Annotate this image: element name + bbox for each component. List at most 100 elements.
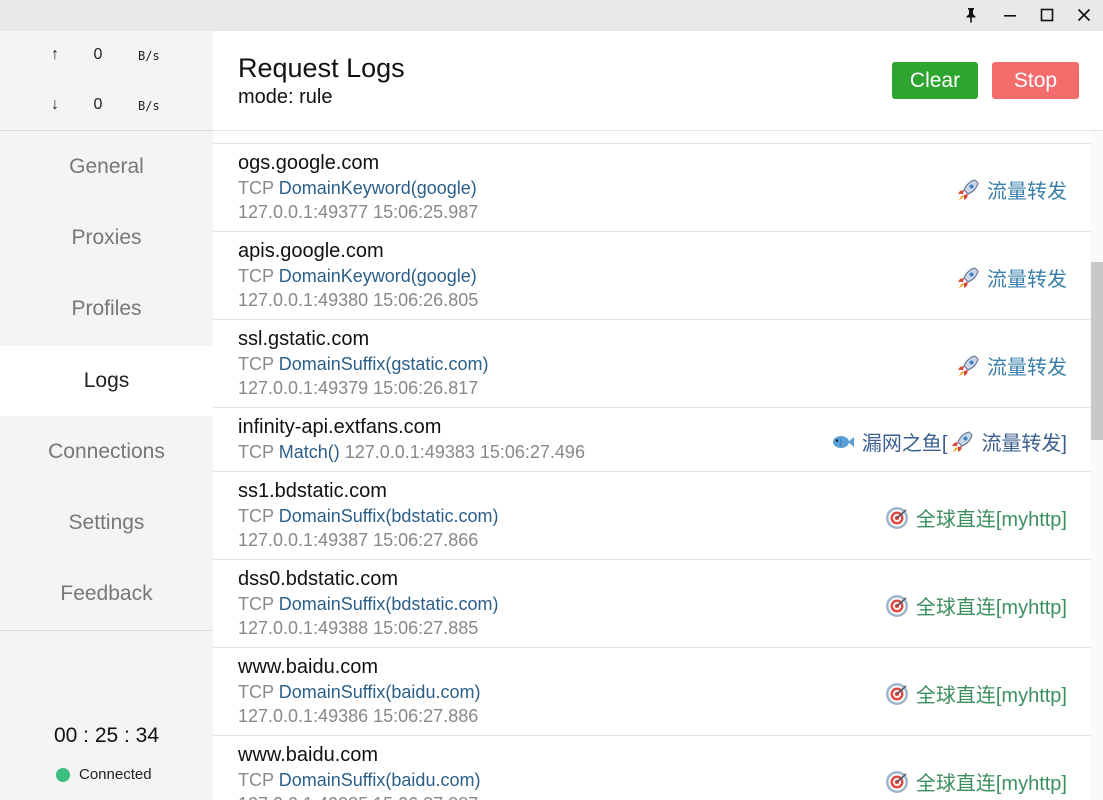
log-host: ss1.bdstatic.com <box>238 480 387 502</box>
log-rule: Match() <box>278 442 340 462</box>
log-source: 127.0.0.1:49385 15:06:27.887 <box>238 794 478 800</box>
log-entry[interactable]: www.baidu.com TCP DomainSuffix(baidu.com… <box>213 648 1091 736</box>
upload-arrow-icon: ↑ <box>51 46 59 63</box>
maximize-icon[interactable] <box>1035 4 1059 26</box>
log-proxy: 全球直连[myhttp] <box>884 679 1067 708</box>
close-icon[interactable] <box>1072 4 1096 26</box>
log-proxy: 全球直连[myhttp] <box>884 503 1067 532</box>
status-dot-icon <box>56 767 70 782</box>
rocket-icon <box>958 266 979 288</box>
rocket-icon <box>958 178 979 200</box>
stop-button[interactable]: Stop <box>992 62 1079 99</box>
uptime-timer: 00 : 25 : 34 <box>53 724 160 747</box>
log-proxy-name: 流量转发 <box>987 357 1067 379</box>
log-proxy-name: 全球直连[myhttp] <box>915 685 1067 707</box>
target-icon <box>885 770 908 793</box>
log-rule: DomainSuffix(baidu.com) <box>278 770 481 790</box>
sidebar-item-proxies[interactable]: Proxies <box>0 203 213 273</box>
log-source: 127.0.0.1:49380 15:06:26.805 <box>238 290 479 310</box>
log-rule: DomainKeyword(google) <box>278 266 477 286</box>
log-rule-line: TCP DomainSuffix(bdstatic.com) <box>238 506 498 527</box>
log-source: 127.0.0.1:49386 15:06:27.886 <box>238 706 479 726</box>
clear-button[interactable]: Clear <box>892 62 978 99</box>
traffic-panel: ↑ 0 B/s ↓ 0 B/s <box>0 31 213 131</box>
log-proxy-name: 流量转发 <box>987 181 1067 203</box>
log-entry[interactable]: ssl.gstatic.com TCP DomainSuffix(gstatic… <box>213 320 1091 408</box>
log-protocol: TCP <box>238 770 274 790</box>
mode-label: mode: rule <box>238 86 333 108</box>
connection-status: Connected <box>56 766 152 783</box>
log-entry[interactable]: www.baidu.com TCP DomainSuffix(baidu.com… <box>213 736 1091 800</box>
log-host: ssl.gstatic.com <box>238 328 370 350</box>
log-protocol: TCP <box>238 442 274 462</box>
log-host: apis.google.com <box>238 240 384 262</box>
log-proxy-name: 全球直连[myhttp] <box>915 597 1067 619</box>
log-host: www.baidu.com <box>238 744 379 766</box>
upload-value: 0 <box>93 46 103 63</box>
log-proxy: 漏网之鱼[ 流量转发] <box>830 427 1067 456</box>
log-entry[interactable]: ss1.bdstatic.com TCP DomainSuffix(bdstat… <box>213 472 1091 560</box>
log-list: ogs.google.com TCP DomainKeyword(google)… <box>213 131 1091 800</box>
download-arrow-icon: ↓ <box>51 96 59 113</box>
log-source: 127.0.0.1:49383 15:06:27.496 <box>344 442 585 462</box>
rocket-icon <box>958 354 979 376</box>
log-entry[interactable]: dss0.bdstatic.com TCP DomainSuffix(bdsta… <box>213 560 1091 648</box>
log-protocol: TCP <box>238 506 274 526</box>
log-host: infinity-api.extfans.com <box>238 416 442 438</box>
log-rule-line: TCP DomainSuffix(baidu.com) <box>238 682 480 703</box>
log-host: www.baidu.com <box>238 656 379 678</box>
log-rule-line: TCP Match() 127.0.0.1:49383 15:06:27.496 <box>238 442 585 463</box>
sidebar-item-profiles[interactable]: Profiles <box>0 274 213 344</box>
target-icon <box>885 594 908 617</box>
log-source: 127.0.0.1:49377 15:06:25.987 <box>238 202 479 222</box>
log-protocol: TCP <box>238 354 274 374</box>
sidebar-item-logs[interactable]: Logs <box>0 346 213 416</box>
log-rule: DomainSuffix(gstatic.com) <box>278 354 489 374</box>
log-protocol: TCP <box>238 682 274 702</box>
download-unit: B/s <box>138 99 160 113</box>
log-source: 127.0.0.1:49388 15:06:27.885 <box>238 618 479 638</box>
sidebar-item-settings[interactable]: Settings <box>0 488 213 558</box>
page-title: Request Logs <box>238 53 405 83</box>
minimize-icon[interactable] <box>998 4 1022 26</box>
title-bar <box>0 0 1103 31</box>
log-rule: DomainSuffix(baidu.com) <box>278 682 481 702</box>
log-proxy-name: 全球直连[myhttp] <box>915 773 1067 795</box>
log-scrollbar-thumb[interactable] <box>1091 262 1103 440</box>
log-proxy: 全球直连[myhttp] <box>884 767 1067 796</box>
download-value: 0 <box>93 96 103 113</box>
sidebar: ↑ 0 B/s ↓ 0 B/s General Proxies Profiles… <box>0 31 213 800</box>
sidebar-divider <box>0 630 213 631</box>
log-proxy-name: 流量转发 <box>987 269 1067 291</box>
sidebar-item-connections[interactable]: Connections <box>0 417 213 487</box>
log-entry[interactable]: ogs.google.com TCP DomainKeyword(google)… <box>213 144 1091 232</box>
upload-unit: B/s <box>138 49 160 63</box>
log-protocol: TCP <box>238 594 274 614</box>
log-rule: DomainSuffix(bdstatic.com) <box>278 506 499 526</box>
log-proxy-name: 全球直连[myhttp] <box>915 509 1067 531</box>
log-rule-line: TCP DomainSuffix(gstatic.com) <box>238 354 488 375</box>
pin-icon[interactable] <box>959 4 983 26</box>
target-icon <box>885 506 908 529</box>
log-proxy: 流量转发 <box>955 263 1067 292</box>
log-protocol: TCP <box>238 266 274 286</box>
sidebar-item-feedback[interactable]: Feedback <box>0 559 213 629</box>
log-proxy-name: 流量转发] <box>981 433 1067 455</box>
log-entry[interactable]: apis.google.com TCP DomainKeyword(google… <box>213 232 1091 320</box>
log-proxy: 流量转发 <box>955 175 1067 204</box>
status-text: Connected <box>79 766 152 783</box>
log-entry[interactable]: infinity-api.extfans.com TCP Match() 127… <box>213 408 1091 472</box>
fish-icon <box>832 435 854 448</box>
upload-speed: ↑ 0 B/s <box>0 46 213 66</box>
rocket-icon <box>952 430 973 452</box>
log-host: dss0.bdstatic.com <box>238 568 399 590</box>
log-proxy: 全球直连[myhttp] <box>884 591 1067 620</box>
logs-header: Request Logs mode: rule Clear Stop <box>213 31 1103 131</box>
download-speed: ↓ 0 B/s <box>0 96 213 116</box>
log-source: 127.0.0.1:49379 15:06:26.817 <box>238 378 479 398</box>
log-rule-line: TCP DomainSuffix(bdstatic.com) <box>238 594 498 615</box>
log-rule: DomainKeyword(google) <box>278 178 477 198</box>
log-rule-line: TCP DomainSuffix(baidu.com) <box>238 770 480 791</box>
sidebar-item-general[interactable]: General <box>0 132 213 202</box>
log-scrollbar-track[interactable] <box>1091 131 1103 800</box>
